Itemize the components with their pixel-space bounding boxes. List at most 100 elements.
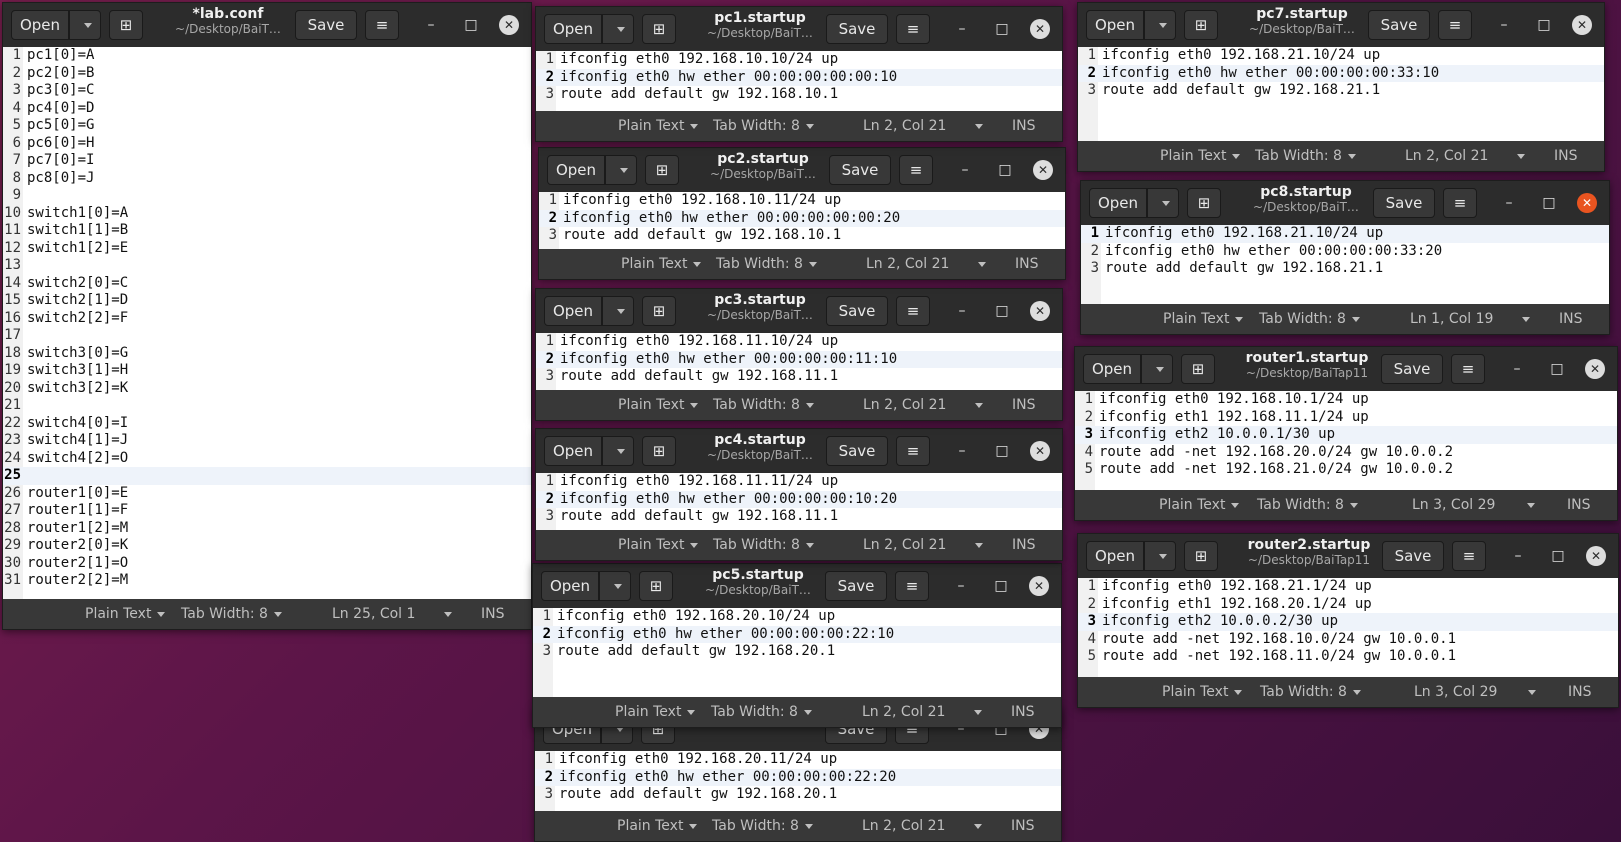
close-icon[interactable]: ✕ (1572, 15, 1592, 35)
window-pc7-startup[interactable]: Open ⊞ pc7.startup ~/Desktop/BaiT… Save ≡ – □ ✕ 1… (1077, 2, 1605, 172)
hamburger-menu-button[interactable]: ≡ (899, 155, 933, 185)
language-selector[interactable]: Plain Text (1163, 311, 1244, 327)
open-button[interactable]: Open (544, 296, 602, 326)
maximize-icon[interactable]: □ (1534, 15, 1554, 35)
save-button[interactable]: Save (1368, 10, 1430, 40)
tab-width-selector[interactable]: Tab Width: 8 (716, 256, 817, 272)
text-editor-area[interactable]: 1 ifconfig eth0 192.168.21.1/24 up 2 ifconf… (1078, 578, 1618, 677)
new-tab-button[interactable]: ⊞ (639, 571, 673, 601)
window-router1-startup[interactable]: Open ⊞ router1.startup ~/Desktop/BaiTap11 Sa… (1074, 346, 1618, 521)
cursor-position[interactable]: Ln 2, Col 21 (863, 118, 946, 134)
text-editor-area[interactable]: 1 ifconfig eth0 192.168.11.10/24 up 2 ifcon… (536, 333, 1062, 390)
insert-mode-indicator[interactable]: INS (1012, 397, 1036, 413)
maximize-icon[interactable]: □ (992, 301, 1012, 321)
text-editor-area[interactable]: 1 pc1[0]=A 2 pc2[0]=B 3 pc3[0]=C 4 pc4[0]=D 5 pc5… (3, 47, 531, 599)
open-dropdown-button[interactable] (602, 296, 634, 326)
cursor-position[interactable]: Ln 25, Col 1 (332, 606, 415, 622)
close-icon[interactable]: ✕ (1577, 193, 1597, 213)
close-icon[interactable]: ✕ (1585, 359, 1605, 379)
save-button[interactable]: Save (829, 155, 891, 185)
new-tab-button[interactable]: ⊞ (642, 14, 676, 44)
text-editor-area[interactable]: 1 ifconfig eth0 192.168.11.11/24 up 2 ifcon… (536, 473, 1062, 530)
new-tab-button[interactable]: ⊞ (1181, 354, 1215, 384)
insert-mode-indicator[interactable]: INS (1568, 684, 1592, 700)
minimize-icon[interactable]: – (1507, 359, 1527, 379)
new-tab-button[interactable]: ⊞ (1184, 541, 1218, 571)
open-button[interactable]: Open (544, 436, 602, 466)
hamburger-menu-button[interactable]: ≡ (896, 296, 930, 326)
open-button[interactable]: Open (1089, 188, 1147, 218)
hamburger-menu-button[interactable]: ≡ (1438, 10, 1472, 40)
save-button[interactable]: Save (1373, 188, 1435, 218)
position-dropdown-icon[interactable] (1521, 497, 1535, 513)
minimize-icon[interactable]: – (1499, 193, 1519, 213)
position-dropdown-icon[interactable] (1522, 684, 1536, 700)
open-button[interactable]: Open (1083, 354, 1141, 384)
open-button[interactable]: Open (1086, 10, 1144, 40)
text-editor-area[interactable]: 1 ifconfig eth0 192.168.21.10/24 up 2 ifcon… (1078, 47, 1604, 141)
close-icon[interactable]: ✕ (1030, 19, 1050, 39)
maximize-icon[interactable]: □ (1547, 359, 1567, 379)
position-dropdown-icon[interactable] (969, 118, 983, 134)
save-button[interactable]: Save (1382, 541, 1444, 571)
open-dropdown-button[interactable] (602, 436, 634, 466)
language-selector[interactable]: Plain Text (1162, 684, 1243, 700)
maximize-icon[interactable]: □ (1548, 546, 1568, 566)
hamburger-menu-button[interactable]: ≡ (365, 10, 399, 40)
open-button[interactable]: Open (544, 14, 602, 44)
text-editor-area[interactable]: 1 ifconfig eth0 192.168.20.11/24 up 2 ifcon… (535, 751, 1061, 811)
language-selector[interactable]: Plain Text (1159, 497, 1240, 513)
tab-width-selector[interactable]: Tab Width: 8 (181, 606, 282, 622)
open-button[interactable]: Open (11, 10, 69, 40)
cursor-position[interactable]: Ln 3, Col 29 (1414, 684, 1497, 700)
new-tab-button[interactable]: ⊞ (1187, 188, 1221, 218)
position-dropdown-icon[interactable] (969, 397, 983, 413)
minimize-icon[interactable]: – (951, 576, 971, 596)
hamburger-menu-button[interactable]: ≡ (1452, 541, 1486, 571)
open-button[interactable]: Open (1086, 541, 1144, 571)
save-button[interactable]: Save (825, 571, 887, 601)
hamburger-menu-button[interactable]: ≡ (1443, 188, 1477, 218)
cursor-position[interactable]: Ln 2, Col 21 (862, 704, 945, 720)
tab-width-selector[interactable]: Tab Width: 8 (711, 704, 812, 720)
open-dropdown-button[interactable] (605, 155, 637, 185)
cursor-position[interactable]: Ln 1, Col 19 (1410, 311, 1493, 327)
tab-width-selector[interactable]: Tab Width: 8 (713, 118, 814, 134)
tab-width-selector[interactable]: Tab Width: 8 (1255, 148, 1356, 164)
save-button[interactable]: Save (826, 436, 888, 466)
language-selector[interactable]: Plain Text (618, 397, 699, 413)
open-button[interactable]: Open (547, 155, 605, 185)
new-tab-button[interactable]: ⊞ (642, 296, 676, 326)
hamburger-menu-button[interactable]: ≡ (1451, 354, 1485, 384)
maximize-icon[interactable]: □ (992, 441, 1012, 461)
new-tab-button[interactable]: ⊞ (642, 436, 676, 466)
window-router2-startup[interactable]: Open ⊞ router2.startup ~/Desktop/BaiTap11 Sa… (1077, 533, 1619, 708)
language-selector[interactable]: Plain Text (617, 818, 698, 834)
window-pc3-startup[interactable]: Open ⊞ pc3.startup ~/Desktop/BaiT… Save ≡ – □ ✕ 1… (535, 288, 1063, 421)
position-dropdown-icon[interactable] (972, 256, 986, 272)
maximize-icon[interactable]: □ (992, 19, 1012, 39)
save-button[interactable]: Save (826, 296, 888, 326)
maximize-icon[interactable]: □ (991, 576, 1011, 596)
tab-width-selector[interactable]: Tab Width: 8 (713, 537, 814, 553)
hamburger-menu-button[interactable]: ≡ (896, 436, 930, 466)
window-pc1-startup[interactable]: Open ⊞ pc1.startup ~/Desktop/BaiT… Save ≡ – □ ✕ 1… (535, 6, 1063, 142)
minimize-icon[interactable]: – (952, 301, 972, 321)
position-dropdown-icon[interactable] (968, 818, 982, 834)
language-selector[interactable]: Plain Text (85, 606, 166, 622)
open-dropdown-button[interactable] (602, 14, 634, 44)
open-dropdown-button[interactable] (1144, 10, 1176, 40)
tab-width-selector[interactable]: Tab Width: 8 (1260, 684, 1361, 700)
position-dropdown-icon[interactable] (438, 606, 452, 622)
text-editor-area[interactable]: 1 ifconfig eth0 192.168.20.10/24 up 2 ifcon… (533, 608, 1061, 697)
cursor-position[interactable]: Ln 2, Col 21 (1405, 148, 1488, 164)
minimize-icon[interactable]: – (1508, 546, 1528, 566)
new-tab-button[interactable]: ⊞ (109, 10, 143, 40)
open-dropdown-button[interactable] (1141, 354, 1173, 384)
tab-width-selector[interactable]: Tab Width: 8 (712, 818, 813, 834)
text-editor-area[interactable]: 1 ifconfig eth0 192.168.21.10/24 up 2 ifcon… (1081, 225, 1609, 304)
insert-mode-indicator[interactable]: INS (481, 606, 505, 622)
new-tab-button[interactable]: ⊞ (1184, 10, 1218, 40)
minimize-icon[interactable]: – (952, 19, 972, 39)
insert-mode-indicator[interactable]: INS (1011, 704, 1035, 720)
